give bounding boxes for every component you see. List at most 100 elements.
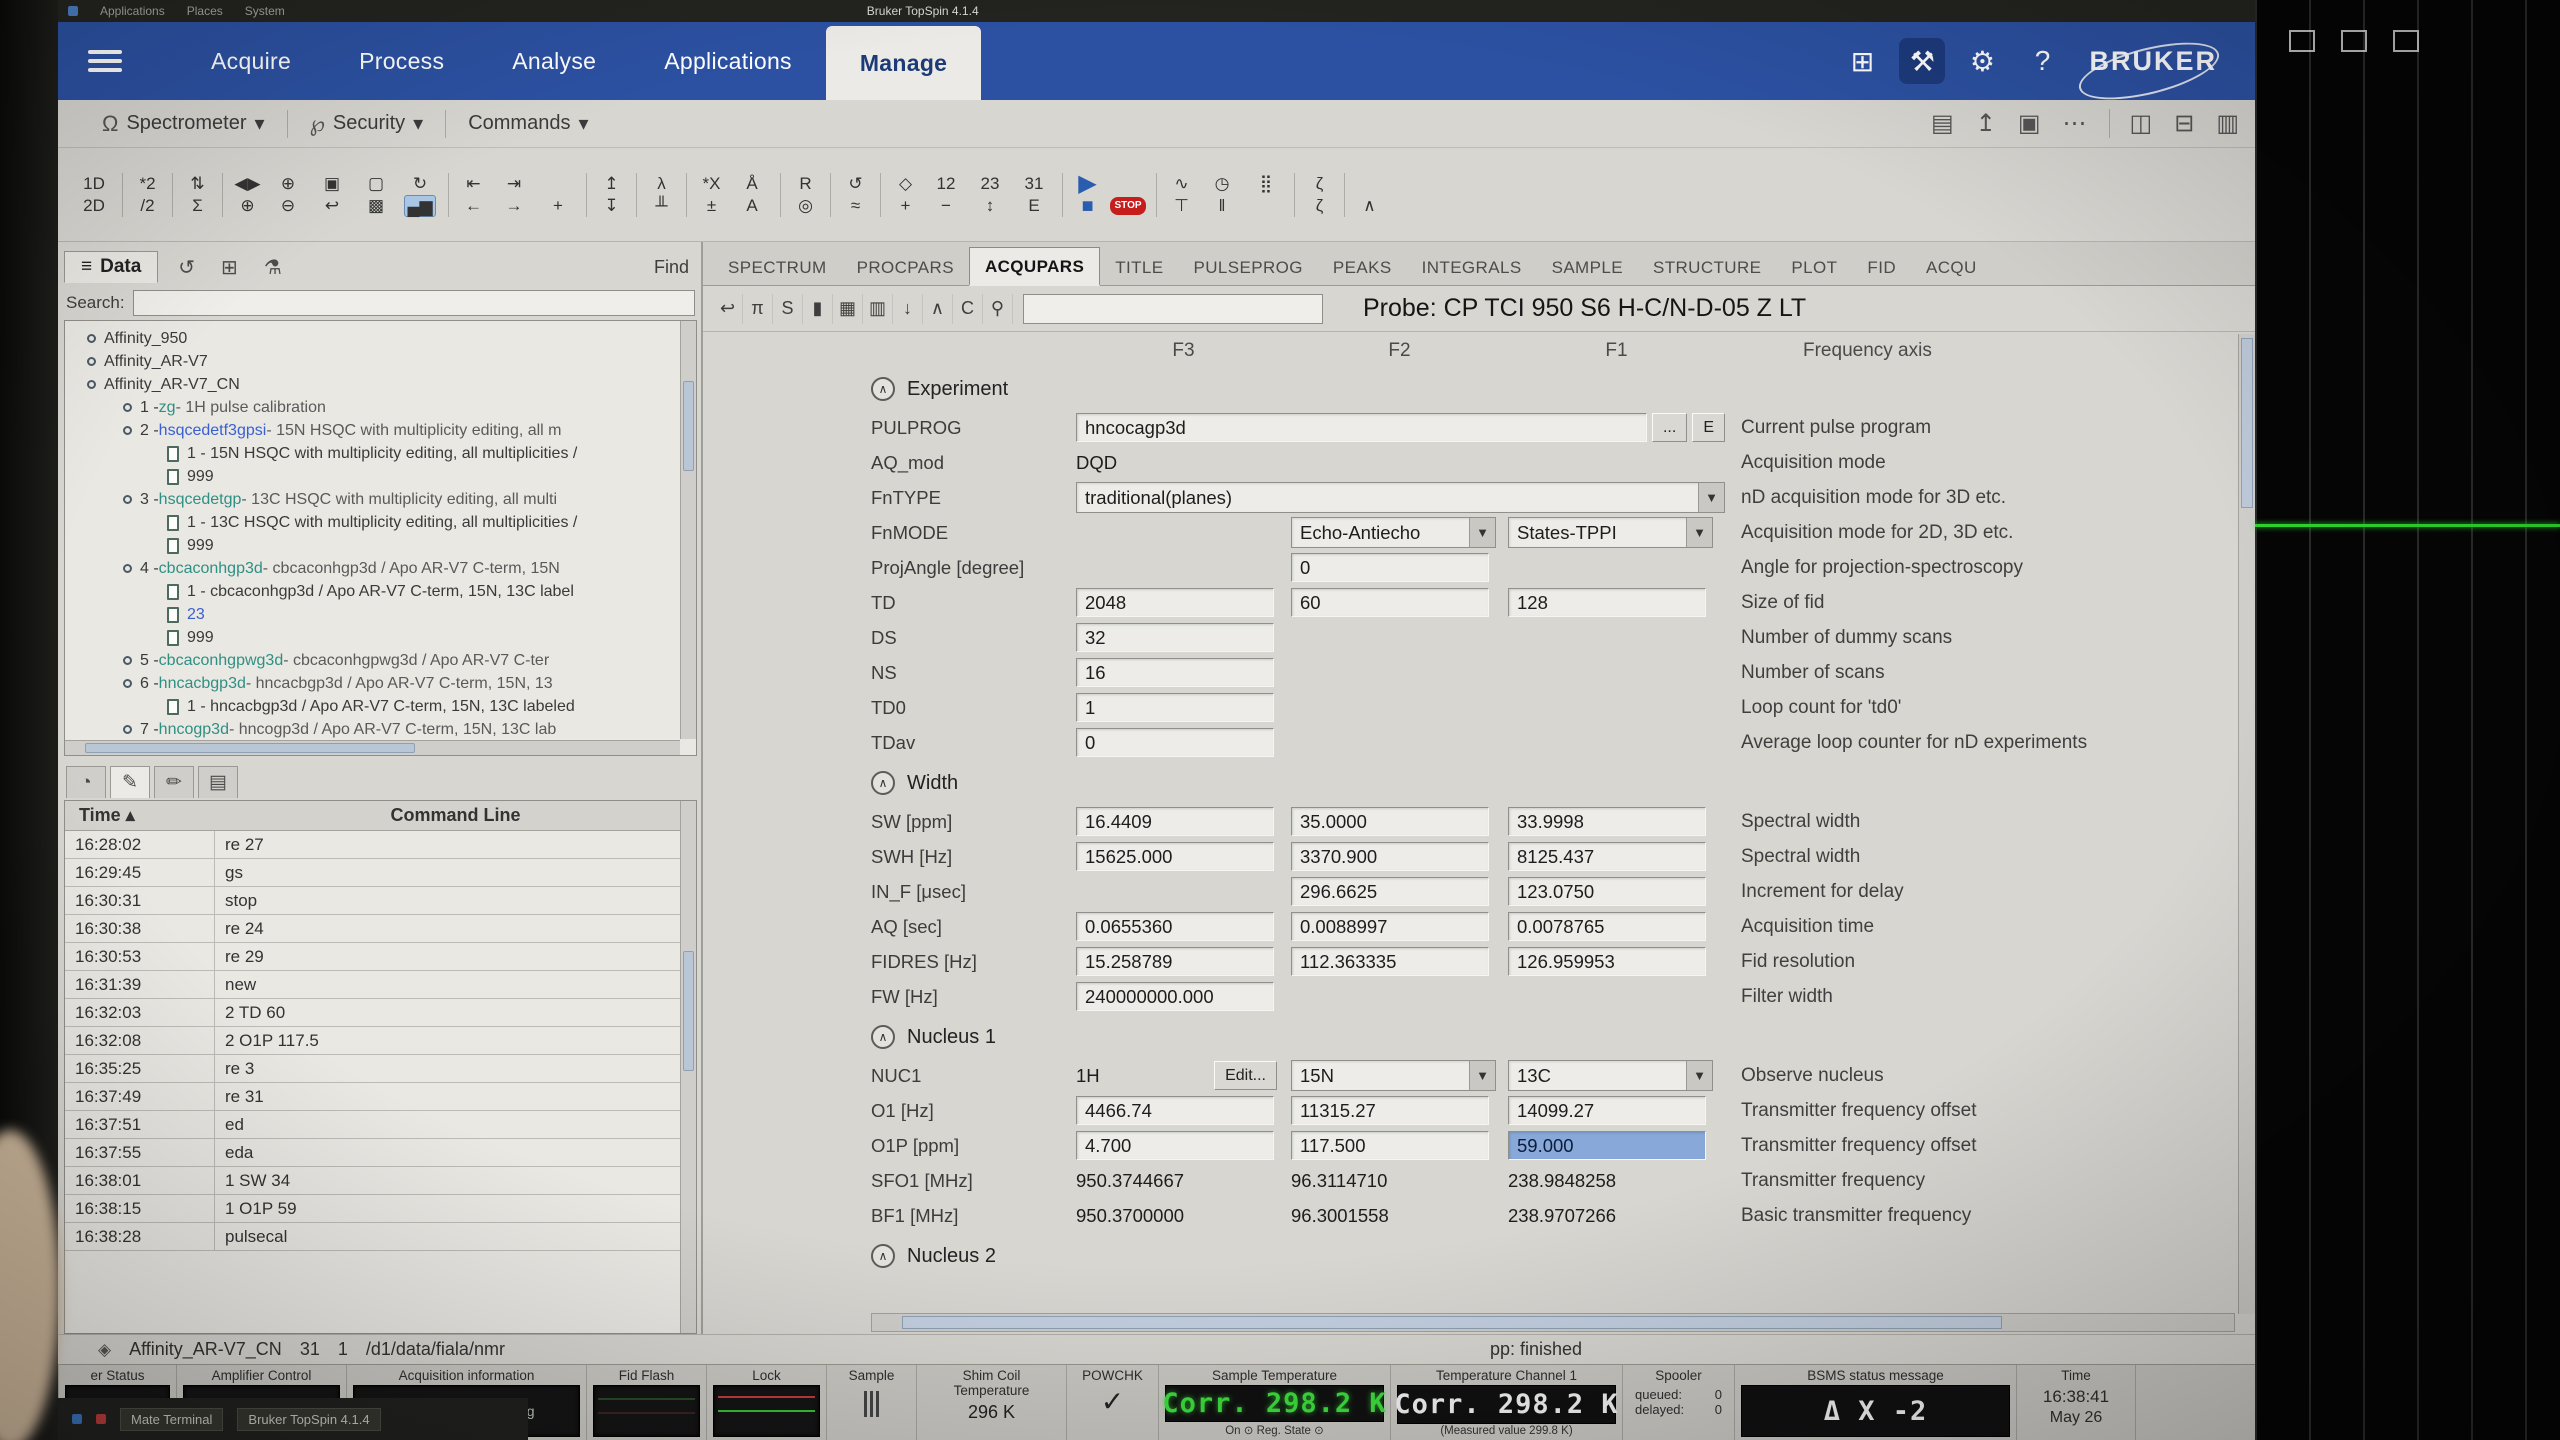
toolbar-icon[interactable]: R ◎ (780, 172, 824, 217)
desktop-menu-applications[interactable]: Applications (100, 4, 165, 18)
collapse-section-icon[interactable]: ∧ (871, 1025, 895, 1049)
o1-f3-field[interactable]: 4466.74 (1076, 1096, 1274, 1125)
toolbar-icon[interactable]: ◷ ‖ (1200, 173, 1244, 217)
more-icon[interactable]: ⋯ (2063, 109, 2087, 138)
toolbar-icon[interactable]: ⣿ (1244, 173, 1288, 217)
security-menu[interactable]: ℘ Security ▾ (288, 111, 446, 137)
stop-icon[interactable]: STOP (1110, 196, 1146, 215)
o1p-f2-field[interactable]: 117.500 (1291, 1131, 1489, 1160)
o1-f1-field[interactable]: 14099.27 (1508, 1096, 1706, 1125)
toolbar-icon[interactable]: *2/2 (122, 172, 166, 217)
tree-item[interactable]: 999 (167, 465, 694, 488)
table-view-icon[interactable]: ▦ (833, 293, 863, 324)
tree-item[interactable]: Affinity_AR-V7 (87, 350, 694, 373)
log-tab-status-icon[interactable]: ◔ (66, 766, 106, 798)
fw-field[interactable]: 240000000.000 (1076, 982, 1274, 1011)
toolbar-icon[interactable]: 31 E (1012, 173, 1056, 217)
toolbar-icon[interactable]: 23 ↕ (968, 173, 1012, 217)
log-col-command[interactable]: Command Line (215, 805, 696, 826)
parameter-vertical-scrollbar[interactable] (2238, 334, 2255, 1314)
toolbar-icon[interactable]: ▣ ↩ (310, 173, 354, 217)
layout-grid-icon[interactable]: ▥ (2216, 109, 2239, 138)
table-compare-icon[interactable]: ▥ (863, 293, 893, 324)
tree-item[interactable]: 999 (167, 534, 694, 557)
parameter-tab[interactable]: SPECTRUM (713, 249, 842, 285)
collapse-section-icon[interactable]: ∧ (871, 771, 895, 795)
tree-item[interactable]: 1 - 13C HSQC with multiplicity editing, … (167, 511, 694, 534)
tree-vertical-scrollbar[interactable] (680, 321, 696, 739)
pulprog-edit-button[interactable]: E (1692, 413, 1725, 442)
o1p-f3-field[interactable]: 4.700 (1076, 1131, 1274, 1160)
toolbar-icon[interactable]: *X ± (686, 172, 730, 217)
toolbar-icon[interactable]: ⇤ ← (448, 172, 492, 217)
log-row[interactable]: 16:31:39 new (65, 971, 696, 999)
log-row[interactable]: 16:32:03 2 TD 60 (65, 999, 696, 1027)
taskbar-icon[interactable] (72, 1414, 82, 1424)
parameter-tab[interactable]: TITLE (1100, 249, 1178, 285)
tree-item[interactable]: 1 - 15N HSQC with multiplicity editing, … (167, 442, 694, 465)
toolbar-icon[interactable]: ∿ ⊤ (1156, 172, 1200, 217)
tree-item[interactable]: 7 - hncogp3d - hncogp3d / Apo AR-V7 C-te… (123, 718, 694, 741)
nuc1-f2-dropdown[interactable]: 15N ▼ (1291, 1060, 1496, 1091)
collapse-icon[interactable]: ∧ (923, 293, 953, 324)
status-cell-sample-temperature[interactable]: Sample Temperature Corr. 298.2 K On ⊙ Re… (1158, 1365, 1390, 1440)
status-cell-spooler[interactable]: Spooler queued: 0 delayed: 0 (1622, 1365, 1734, 1440)
log-col-time[interactable]: Time ▴ (65, 805, 215, 826)
main-menu-item[interactable]: Process (325, 22, 478, 100)
halt-icon[interactable]: ■ (1079, 195, 1095, 217)
toolbar-icon[interactable]: ↥ ↧ (586, 172, 630, 217)
copy-icon[interactable]: ▣ (2018, 109, 2041, 138)
toolbar-icon[interactable]: + (536, 173, 580, 217)
preferences-gear-icon[interactable]: ⚙ (1959, 38, 2005, 84)
log-row[interactable]: 16:29:45 gs (65, 859, 696, 887)
sw-f1-field[interactable]: 33.9998 (1508, 807, 1706, 836)
acquire-run-icon[interactable]: ▶ (1076, 171, 1098, 195)
desktop-menu-system[interactable]: System (245, 4, 285, 18)
fntype-dropdown[interactable]: traditional(planes) ▼ (1076, 482, 1725, 513)
toolbar-icon[interactable]: ↻ ▄▆ (398, 173, 442, 217)
main-menu-item[interactable]: Analyse (478, 22, 630, 100)
log-row[interactable]: 16:37:49 re 31 (65, 1083, 696, 1111)
parameter-search-input[interactable] (1023, 293, 1323, 324)
toolbar-icon[interactable]: ◀▶ ⊕ (222, 172, 266, 217)
tree-item[interactable]: 6 - hncacbgp3d - hncacbgp3d / Apo AR-V7 … (123, 672, 694, 695)
nuc1-f1-dropdown[interactable]: 13C ▼ (1508, 1060, 1713, 1091)
toolbar-icon[interactable]: ▢ ▩ (354, 173, 398, 217)
parameter-tab[interactable]: ACQU (1911, 249, 1992, 285)
find-link[interactable]: Find (646, 257, 697, 278)
status-cell-powchk[interactable]: POWCHK ✓ (1066, 1365, 1158, 1440)
tree-item[interactable]: 2 - hsqcedetf3gpsi - 15N HSQC with multi… (123, 419, 694, 442)
tree-item[interactable]: 1 - hncacbgp3d / Apo AR-V7 C-term, 15N, … (167, 695, 694, 718)
toolbar-icon[interactable]: ◇ + (880, 172, 924, 217)
tree-item[interactable]: 999 (167, 626, 694, 649)
fnmode-f1-dropdown[interactable]: States-TPPI ▼ (1508, 517, 1713, 548)
o1p-f1-field-selected[interactable]: 59.000 (1508, 1131, 1706, 1160)
parameter-tab[interactable]: PROCPARS (842, 249, 969, 285)
save-icon[interactable]: S (773, 293, 803, 324)
parameter-tab[interactable]: FID (1852, 249, 1911, 285)
tab-data[interactable]: ≡ Data (64, 251, 159, 283)
status-cell-bsms[interactable]: BSMS status message Δ X -2 (1734, 1365, 2016, 1440)
tree-horizontal-scrollbar[interactable] (65, 740, 680, 755)
log-row[interactable]: 16:37:51 ed (65, 1111, 696, 1139)
toolbar-icon[interactable]: 12− (924, 173, 968, 217)
parameter-horizontal-scrollbar[interactable] (871, 1313, 2235, 1332)
fidres-f3-field[interactable]: 15.258789 (1076, 947, 1274, 976)
log-row[interactable]: 16:30:53 re 29 (65, 943, 696, 971)
tree-item[interactable]: Affinity_AR-V7_CN (87, 373, 694, 396)
parameter-tab[interactable]: PULSEPROG (1178, 249, 1317, 285)
log-tab-edit-icon[interactable]: ✏ (154, 766, 194, 798)
td0-field[interactable]: 1 (1076, 693, 1274, 722)
collapse-section-icon[interactable]: ∧ (871, 377, 895, 401)
collapse-section-icon[interactable]: ∧ (871, 1244, 895, 1268)
toolbar-icon[interactable]: ⊕ ⊖ (266, 173, 310, 217)
help-icon[interactable]: ? (2019, 38, 2065, 84)
toolbar-icon[interactable]: ζζ (1294, 172, 1338, 217)
toolbar-icon[interactable]: 1D 2D (72, 173, 116, 217)
bookmark-icon[interactable]: ▮ (803, 293, 833, 324)
main-menu-item[interactable]: Manage (825, 26, 982, 100)
fidres-f2-field[interactable]: 112.363335 (1291, 947, 1489, 976)
workspace-icon[interactable]: ⊞ (215, 255, 244, 280)
swh-f1-field[interactable]: 8125.437 (1508, 842, 1706, 871)
pulprog-browse-button[interactable]: ... (1651, 413, 1688, 442)
